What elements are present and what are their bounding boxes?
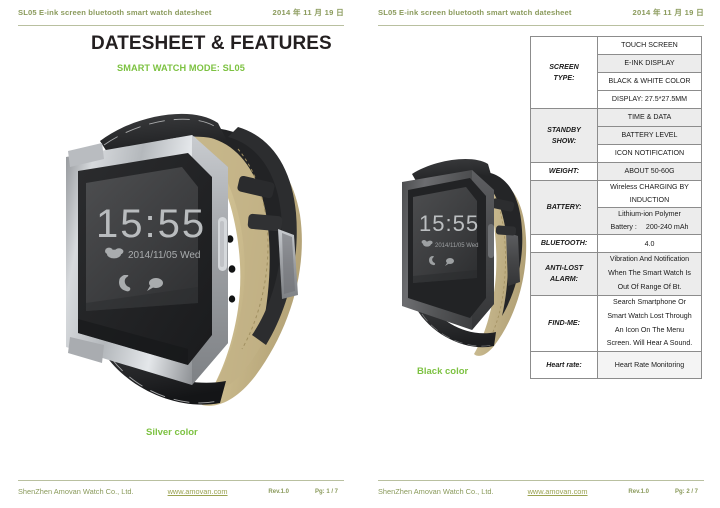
- table-row: BLUETOOTH: 4.0: [530, 234, 702, 254]
- footer-website-link[interactable]: www.amovan.com: [168, 487, 228, 495]
- spec-value: BATTERY LEVEL: [597, 126, 702, 145]
- spec-value: TIME & DATA: [597, 108, 702, 127]
- strap-hole-2: [228, 265, 236, 273]
- header-title: SL05 E-ink screen bluetooth smart watch …: [18, 8, 212, 17]
- spec-value: Wireless CHARGING BY INDUCTION: [597, 179, 702, 209]
- buckle-metal: [506, 232, 520, 286]
- side-button-highlight: [220, 221, 224, 267]
- page-1-header: SL05 E-ink screen bluetooth smart watch …: [18, 9, 344, 26]
- footer-page-number: Pg: 1 / 7: [314, 489, 338, 495]
- spec-value: Vibration And Notification When The Smar…: [597, 252, 702, 296]
- side-button[interactable]: [488, 224, 494, 258]
- page-1: SL05 E-ink screen bluetooth smart watch …: [0, 0, 360, 508]
- spec-label-screen-type: SCREEN TYPE:: [530, 36, 598, 109]
- header-date: 2014 年 11 月 19 日: [632, 8, 704, 17]
- watch-time: 15:55: [419, 211, 479, 236]
- watch-time: 15:55: [96, 202, 206, 246]
- spec-value: Heart Rate Monitoring: [597, 351, 702, 380]
- watch-date: 2014/11/05 Wed: [435, 243, 478, 249]
- spec-label-find-me: FIND-ME:: [530, 294, 598, 353]
- spec-value: ABOUT 50-60G: [597, 162, 702, 181]
- strap-keeper-2: [495, 225, 517, 236]
- black-watch-image: 15:55 2014/11/05 Wed: [394, 156, 530, 366]
- silver-color-caption: Silver color: [146, 427, 198, 438]
- spec-value: E-INK DISPLAY: [597, 54, 702, 73]
- spec-label-standby-show: STANDBY SHOW:: [530, 108, 598, 163]
- footer-revision: Rev.1.0: [268, 489, 289, 495]
- table-row: ANTI-LOST ALARM: Vibration And Notificat…: [530, 252, 702, 296]
- strap-keeper-2: [247, 213, 283, 232]
- specification-table: SCREEN TYPE: TOUCH SCREEN E-INK DISPLAY …: [530, 36, 702, 380]
- spec-value: ICON NOTIFICATION: [597, 144, 702, 163]
- page-1-footer: ShenZhen Amovan Watch Co., Ltd. www.amov…: [18, 480, 344, 495]
- spec-value: 4.0: [597, 234, 702, 254]
- spec-value: BLACK & WHITE COLOR: [597, 72, 702, 91]
- table-row: BATTERY: Wireless CHARGING BY INDUCTION: [530, 179, 702, 236]
- page-title: DATESHEET & FEATURES: [91, 33, 332, 54]
- table-row: STANDBY SHOW: TIME & DATA: [530, 108, 702, 163]
- footer-page-number: Pg: 2 / 7: [674, 489, 698, 495]
- document-spread: SL05 E-ink screen bluetooth smart watch …: [0, 0, 720, 508]
- black-color-caption: Black color: [417, 366, 469, 377]
- spec-value: DISPLAY: 27.5*27.5MM: [597, 90, 702, 109]
- spec-label-anti-lost-alarm: ANTI-LOST ALARM:: [530, 252, 598, 296]
- page-2-footer: ShenZhen Amovan Watch Co., Ltd. www.amov…: [378, 480, 704, 495]
- spec-value: Search Smartphone Or Smart Watch Lost Th…: [597, 294, 702, 353]
- page-subtitle: SMART WATCH MODE: SL05: [117, 63, 245, 73]
- watch-date: 2014/11/05 Wed: [128, 250, 200, 261]
- header-date: 2014 年 11 月 19 日: [272, 8, 344, 17]
- strap-hole-3: [228, 295, 236, 303]
- spec-label-weight: WEIGHT:: [530, 162, 598, 181]
- page-2-header: SL05 E-ink screen bluetooth smart watch …: [378, 9, 704, 26]
- footer-company: ShenZhen Amovan Watch Co., Ltd.: [378, 486, 494, 496]
- table-row: SCREEN TYPE: TOUCH SCREEN: [530, 36, 702, 109]
- spec-value: TOUCH SCREEN: [597, 36, 702, 55]
- spec-label-heart-rate: Heart rate:: [530, 351, 598, 380]
- spec-value: Lithium-ion Polymer Battery :200-240 mAh: [597, 207, 702, 236]
- silver-watch-illustration: 15:55 2014/11/05 Wed: [66, 113, 302, 406]
- footer-website-link[interactable]: www.amovan.com: [528, 487, 588, 495]
- table-row: FIND-ME: Search Smartphone Or Smart Watc…: [530, 294, 702, 353]
- header-title: SL05 E-ink screen bluetooth smart watch …: [378, 8, 572, 17]
- silver-watch-image: 15:55 2014/11/05 Wed: [42, 97, 317, 422]
- footer-revision: Rev.1.0: [628, 489, 649, 495]
- footer-company: ShenZhen Amovan Watch Co., Ltd.: [18, 486, 134, 496]
- spec-label-bluetooth: BLUETOOTH:: [530, 234, 598, 254]
- spec-label-battery: BATTERY:: [530, 179, 598, 236]
- table-row: WEIGHT: ABOUT 50-60G: [530, 162, 702, 181]
- table-row: Heart rate: Heart Rate Monitoring: [530, 351, 702, 380]
- page-2: SL05 E-ink screen bluetooth smart watch …: [360, 0, 720, 508]
- black-watch-illustration: 15:55 2014/11/05 Wed: [402, 159, 527, 356]
